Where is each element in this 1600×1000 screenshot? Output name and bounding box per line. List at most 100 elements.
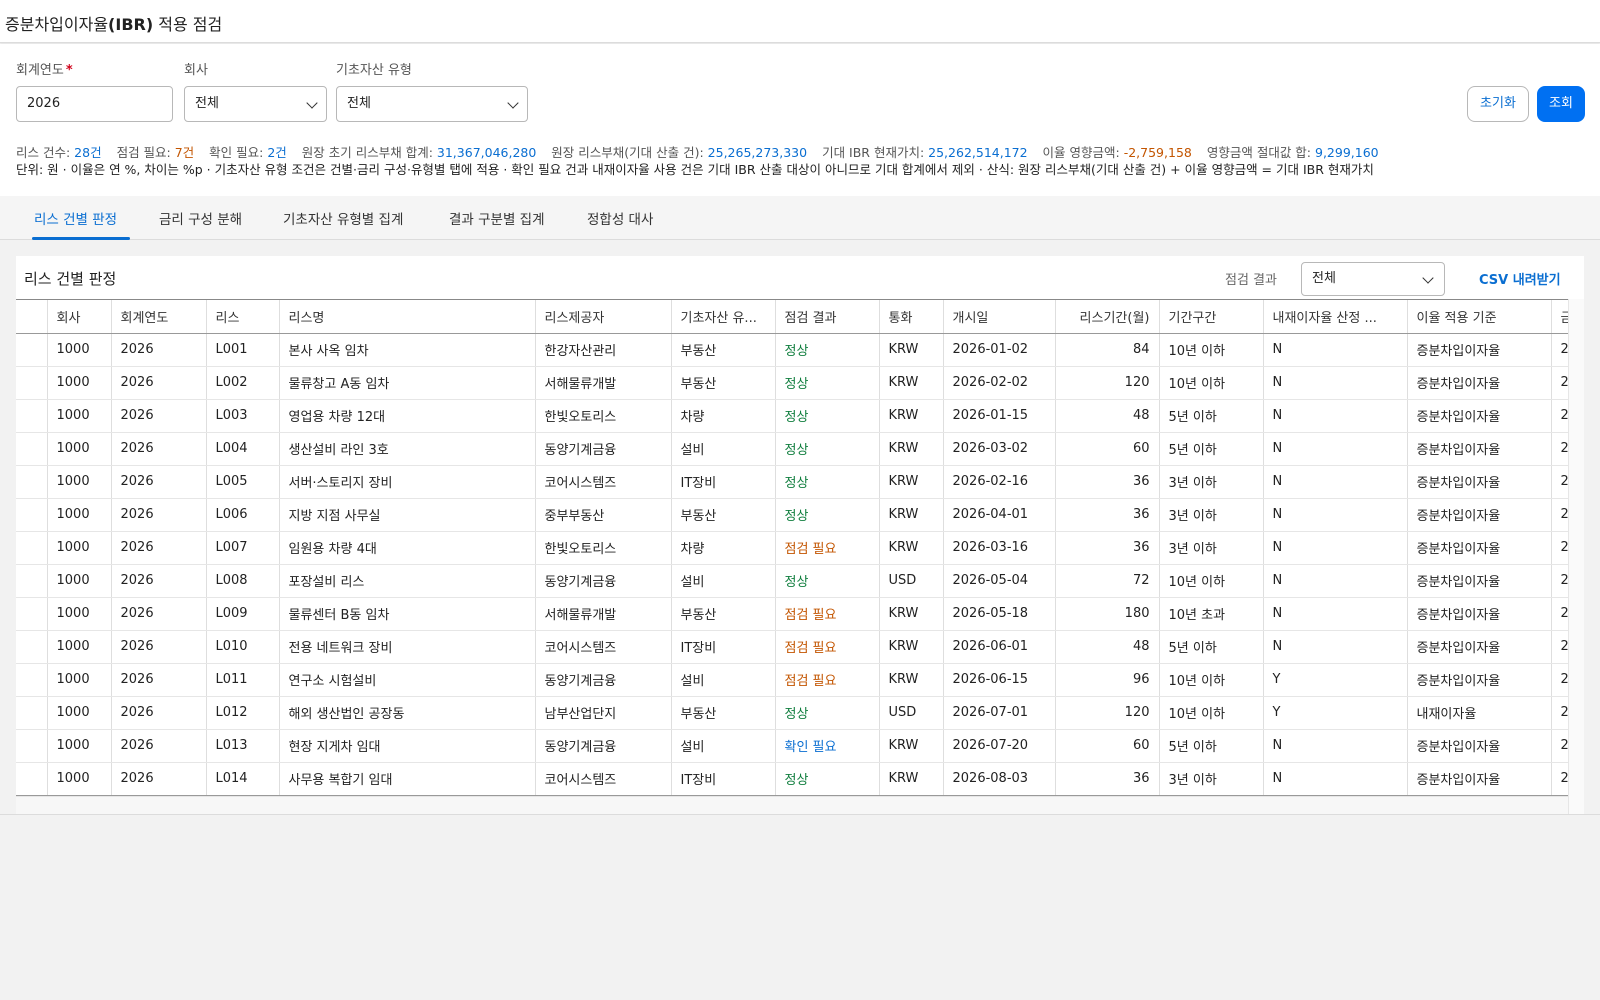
column-header-currency[interactable]: 통화 bbox=[879, 300, 944, 334]
table-row[interactable]: 1000 2026 L004 생산설비 라인 3호 동양기계금융 설비 정상 KRW 2026-… bbox=[16, 432, 1568, 466]
table-row[interactable]: 1000 2026 L013 현장 지게차 임대 동양기계금융 설비 확인 필요 KRW 202… bbox=[16, 729, 1568, 763]
column-header-lease[interactable]: 리스 bbox=[206, 300, 280, 334]
table-row[interactable]: 1000 2026 L002 물류창고 A동 임차 서해물류개발 부동산 정상 KRW 2026… bbox=[16, 366, 1568, 400]
column-header-implicit-rate[interactable]: 내재이자율 산정 ... bbox=[1263, 300, 1408, 334]
cell-currency: KRW bbox=[879, 432, 944, 466]
cell-lessor: 중부부동산 bbox=[535, 498, 672, 532]
company-select[interactable]: 전체 bbox=[184, 86, 327, 122]
vertical-scrollbar[interactable] bbox=[1568, 299, 1584, 814]
cell-extra: 2 bbox=[1551, 531, 1568, 565]
result-filter-label: 점검 결과 bbox=[1225, 273, 1277, 288]
horizontal-scrollbar[interactable] bbox=[16, 796, 1568, 814]
cell-year: 2026 bbox=[111, 696, 207, 730]
panel-title: 리스 건별 판정 bbox=[24, 270, 117, 288]
column-header-term[interactable]: 리스기간(월) bbox=[1055, 300, 1160, 334]
cell-currency: KRW bbox=[879, 630, 944, 664]
cell-asset-type: 차량 bbox=[671, 531, 776, 565]
cell-term: 120 bbox=[1055, 696, 1160, 730]
cell-asset-type: IT장비 bbox=[671, 762, 776, 796]
csv-download-link[interactable]: CSV 내려받기 bbox=[1479, 269, 1561, 288]
cell-lease: L013 bbox=[206, 729, 280, 763]
cell-implicit-rate: Y bbox=[1263, 663, 1408, 697]
column-header-result[interactable]: 점검 결과 bbox=[775, 300, 880, 334]
cell-lease: L007 bbox=[206, 531, 280, 565]
cell-result: 정상 bbox=[775, 762, 880, 796]
cell-result: 정상 bbox=[775, 333, 880, 367]
select-cell bbox=[16, 366, 48, 400]
summary-rate-impact: 이율 영향금액: -2,759,158 bbox=[1043, 145, 1192, 160]
column-header-extra[interactable]: 금 bbox=[1551, 300, 1568, 334]
search-button[interactable]: 조회 bbox=[1537, 86, 1585, 122]
cell-currency: KRW bbox=[879, 663, 944, 697]
cell-result: 정상 bbox=[775, 696, 880, 730]
cell-year: 2026 bbox=[111, 465, 207, 499]
column-header-start-date[interactable]: 개시일 bbox=[943, 300, 1056, 334]
cell-start-date: 2026-06-15 bbox=[943, 663, 1056, 697]
cell-rate-basis: 증분차입이자율 bbox=[1407, 597, 1552, 631]
select-cell bbox=[16, 465, 48, 499]
cell-lessor: 한빛오토리스 bbox=[535, 399, 672, 433]
table-row[interactable]: 1000 2026 L014 사무용 복합기 임대 코어시스템즈 IT장비 정상 KRW 202… bbox=[16, 762, 1568, 796]
cell-currency: USD bbox=[879, 564, 944, 598]
column-header-rate-basis[interactable]: 이율 적용 기준 bbox=[1407, 300, 1552, 334]
cell-year: 2026 bbox=[111, 762, 207, 796]
cell-term-band: 3년 이하 bbox=[1159, 531, 1264, 565]
cell-lease: L005 bbox=[206, 465, 280, 499]
cell-asset-type: 부동산 bbox=[671, 498, 776, 532]
asset-type-select[interactable]: 전체 bbox=[336, 86, 528, 122]
column-header-asset-type[interactable]: 기초자산 유... bbox=[671, 300, 776, 334]
cell-lease-name: 본사 사옥 임차 bbox=[279, 333, 536, 367]
cell-lessor: 코어시스템즈 bbox=[535, 762, 672, 796]
tab-reconciliation[interactable]: 정합성 대사 bbox=[587, 208, 653, 228]
table-row[interactable]: 1000 2026 L011 연구소 시험설비 동양기계금융 설비 점검 필요 KRW 2026… bbox=[16, 663, 1568, 697]
cell-company: 1000 bbox=[47, 630, 112, 664]
cell-extra: 2 bbox=[1551, 696, 1568, 730]
table-row[interactable]: 1000 2026 L012 해외 생산법인 공장동 남부산업단지 부동산 정상 USD 202… bbox=[16, 696, 1568, 730]
tab-lease-detail[interactable]: 리스 건별 판정 bbox=[34, 208, 117, 228]
table-row[interactable]: 1000 2026 L010 전용 네트워크 장비 코어시스템즈 IT장비 점검 필요 KRW… bbox=[16, 630, 1568, 664]
chevron-down-icon bbox=[1422, 272, 1434, 284]
summary-abs-impact: 영향금액 절대값 합: 9,299,160 bbox=[1207, 145, 1379, 160]
cell-start-date: 2026-05-18 bbox=[943, 597, 1056, 631]
table-row[interactable]: 1000 2026 L001 본사 사옥 임차 한강자산관리 부동산 정상 KRW 2026-0… bbox=[16, 333, 1568, 367]
cell-extra: 2 bbox=[1551, 729, 1568, 763]
column-header-company[interactable]: 회사 bbox=[47, 300, 112, 334]
page-title-bold: (IBR) bbox=[108, 15, 154, 34]
tab-rate-breakdown[interactable]: 금리 구성 분해 bbox=[159, 208, 242, 228]
table-row[interactable]: 1000 2026 L008 포장설비 리스 동양기계금융 설비 정상 USD 2026-05-… bbox=[16, 564, 1568, 598]
cell-implicit-rate: N bbox=[1263, 531, 1408, 565]
summary-label: 리스 건수: bbox=[16, 145, 71, 160]
column-header-year[interactable]: 회계연도 bbox=[111, 300, 207, 334]
cell-rate-basis: 내재이자율 bbox=[1407, 696, 1552, 730]
cell-term-band: 10년 이하 bbox=[1159, 366, 1264, 400]
cell-company: 1000 bbox=[47, 465, 112, 499]
tab-result-summary[interactable]: 결과 구분별 집계 bbox=[449, 208, 545, 228]
cell-term-band: 10년 초과 bbox=[1159, 597, 1264, 631]
cell-company: 1000 bbox=[47, 498, 112, 532]
cell-term-band: 5년 이하 bbox=[1159, 399, 1264, 433]
column-header-term-band[interactable]: 기간구간 bbox=[1159, 300, 1264, 334]
table-row[interactable]: 1000 2026 L005 서버·스토리지 장비 코어시스템즈 IT장비 정상 KRW 202… bbox=[16, 465, 1568, 499]
table-row[interactable]: 1000 2026 L009 물류센터 B동 임차 서해물류개발 부동산 점검 필요 KRW 2… bbox=[16, 597, 1568, 631]
table-row[interactable]: 1000 2026 L007 임원용 차량 4대 한빛오토리스 차량 점검 필요 KRW 202… bbox=[16, 531, 1568, 565]
cell-company: 1000 bbox=[47, 564, 112, 598]
required-mark: * bbox=[65, 63, 73, 78]
select-cell bbox=[16, 531, 48, 565]
column-header-lease-name[interactable]: 리스명 bbox=[279, 300, 536, 334]
result-filter-select[interactable]: 전체 bbox=[1301, 262, 1445, 296]
cell-currency: KRW bbox=[879, 498, 944, 532]
cell-lease-name: 임원용 차량 4대 bbox=[279, 531, 536, 565]
year-input[interactable]: 2026 bbox=[16, 86, 173, 122]
cell-asset-type: 설비 bbox=[671, 729, 776, 763]
table-body: 1000 2026 L001 본사 사옥 임차 한강자산관리 부동산 정상 KRW 2026-0… bbox=[16, 333, 1568, 796]
column-header-lessor[interactable]: 리스제공자 bbox=[535, 300, 672, 334]
content-bottom-divider bbox=[0, 814, 1600, 815]
table-row[interactable]: 1000 2026 L003 영업용 차량 12대 한빛오토리스 차량 정상 KRW 2026-… bbox=[16, 399, 1568, 433]
summary-confirm-needed: 확인 필요: 2건 bbox=[209, 145, 287, 160]
cell-start-date: 2026-08-03 bbox=[943, 762, 1056, 796]
select-cell bbox=[16, 630, 48, 664]
reset-button[interactable]: 초기화 bbox=[1467, 86, 1529, 122]
table-row[interactable]: 1000 2026 L006 지방 지점 사무실 중부부동산 부동산 정상 KRW 2026-0… bbox=[16, 498, 1568, 532]
summary-label: 영향금액 절대값 합: bbox=[1206, 145, 1312, 160]
tab-asset-type-summary[interactable]: 기초자산 유형별 집계 bbox=[283, 208, 403, 228]
